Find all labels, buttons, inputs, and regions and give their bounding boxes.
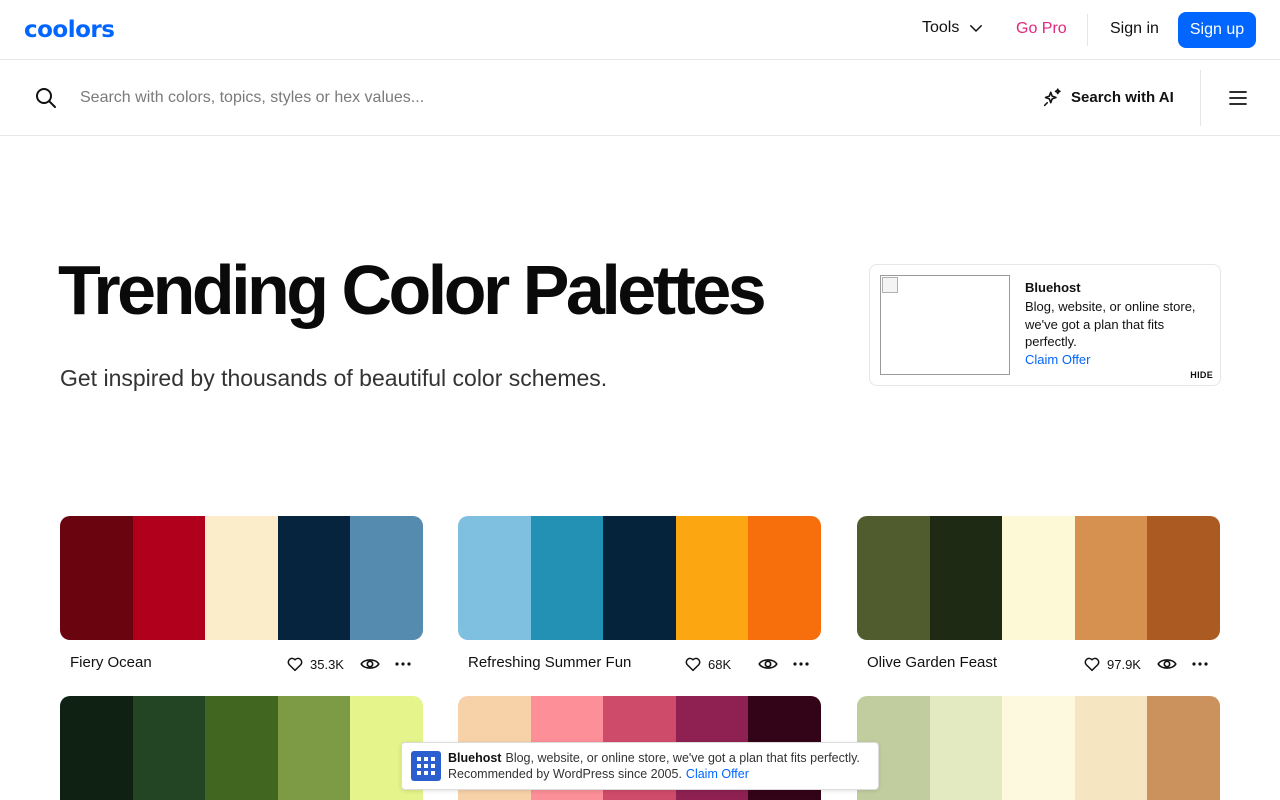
like-button[interactable]: 97.9K [1083,655,1141,673]
palette-meta: Refreshing Summer Fun 68K [458,640,821,686]
palette-name[interactable]: Refreshing Summer Fun [468,654,631,671]
more-options-icon[interactable] [394,655,412,673]
palette-swatches[interactable] [857,516,1220,640]
color-swatch[interactable] [857,516,930,640]
search-input[interactable] [80,85,980,111]
color-swatch[interactable] [675,516,749,640]
eye-icon[interactable] [1157,655,1177,673]
color-swatch[interactable] [530,516,604,640]
ad-brand: Bluehost [1025,280,1081,295]
search-divider [1200,70,1201,126]
coolors-logo[interactable]: coolors [24,17,115,43]
color-swatch[interactable] [350,516,423,640]
sign-in-link[interactable]: Sign in [1110,20,1159,38]
color-swatch[interactable] [132,516,206,640]
heart-icon [1084,657,1100,672]
eye-icon[interactable] [758,655,778,673]
like-count: 35.3K [310,656,344,672]
palette-swatches[interactable] [60,516,423,640]
search-bar: Search with AI [0,61,1280,136]
palette-swatches[interactable] [857,696,1220,800]
color-swatch[interactable] [1074,696,1148,800]
tools-label: Tools [922,19,960,36]
like-count: 97.9K [1107,656,1141,672]
color-swatch[interactable] [277,696,351,800]
page-subtitle: Get inspired by thousands of beautiful c… [60,365,608,391]
ad-text: Blog, website, or online store, we've go… [1025,299,1196,349]
like-button[interactable]: 68K [684,655,731,673]
hide-ad-button[interactable]: HIDE [1190,370,1213,380]
palette-card[interactable] [857,696,1220,800]
like-button[interactable]: 35.3K [286,655,344,673]
like-count: 68K [708,656,732,672]
palette-card[interactable]: Fiery Ocean 35.3K [60,516,423,686]
palette-swatches[interactable] [458,516,821,640]
heart-icon [287,657,303,672]
color-swatch[interactable] [1002,516,1075,640]
banner-text: Bluehost Blog, website, or online store, … [448,750,868,782]
nav-divider [1087,14,1088,46]
bluehost-grid-icon [411,751,441,781]
claim-offer-link[interactable]: Claim Offer [1025,352,1091,367]
top-nav: coolors Tools Go Pro Sign in Sign up [0,0,1280,60]
heart-icon [685,657,701,672]
color-swatch[interactable] [60,696,133,800]
search-icon[interactable] [34,86,58,110]
banner-claim-offer-link[interactable]: Claim Offer [686,767,749,781]
color-swatch[interactable] [205,696,278,800]
color-swatch[interactable] [929,516,1003,640]
more-options-icon[interactable] [792,655,810,673]
page-title: Trending Color Palettes [58,251,767,329]
broken-image-icon [882,277,898,293]
more-options-icon[interactable] [1191,655,1209,673]
palette-card[interactable] [60,696,423,800]
banner-description: Blog, website, or online store, we've go… [448,751,860,781]
color-swatch[interactable] [132,696,206,800]
bottom-banner-ad[interactable]: Bluehost Blog, website, or online store, … [401,742,879,790]
sparkles-icon [1043,88,1061,107]
color-swatch[interactable] [1147,516,1220,640]
chevron-down-icon [970,25,983,32]
search-with-ai-label: Search with AI [1071,89,1174,106]
banner-brand: Bluehost [448,751,502,765]
go-pro-link[interactable]: Go Pro [1016,20,1067,38]
palette-swatches[interactable] [60,696,423,800]
palette-name[interactable]: Fiery Ocean [70,654,152,671]
palette-card[interactable]: Olive Garden Feast 97.9K [857,516,1220,686]
ad-image[interactable] [880,275,1010,375]
color-swatch[interactable] [1074,516,1148,640]
color-swatch[interactable] [277,516,351,640]
palette-meta: Olive Garden Feast 97.9K [857,640,1220,686]
palette-meta: Fiery Ocean 35.3K [60,640,423,686]
tools-menu-button[interactable]: Tools [922,19,985,37]
hamburger-menu-icon[interactable] [1228,89,1248,107]
palette-card[interactable]: Refreshing Summer Fun 68K [458,516,821,686]
palette-name[interactable]: Olive Garden Feast [867,654,997,671]
color-swatch[interactable] [1147,696,1220,800]
color-swatch[interactable] [929,696,1003,800]
sign-up-button[interactable]: Sign up [1178,12,1256,48]
color-swatch[interactable] [748,516,821,640]
color-swatch[interactable] [60,516,133,640]
sponsored-ad-card[interactable]: Bluehost Blog, website, or online store,… [869,264,1221,386]
eye-icon[interactable] [360,655,380,673]
search-with-ai-button[interactable]: Search with AI [1042,87,1174,108]
color-swatch[interactable] [205,516,278,640]
ad-description: Blog, website, or online store, we've go… [1025,298,1205,368]
color-swatch[interactable] [603,516,676,640]
color-swatch[interactable] [1002,696,1075,800]
color-swatch[interactable] [458,516,531,640]
